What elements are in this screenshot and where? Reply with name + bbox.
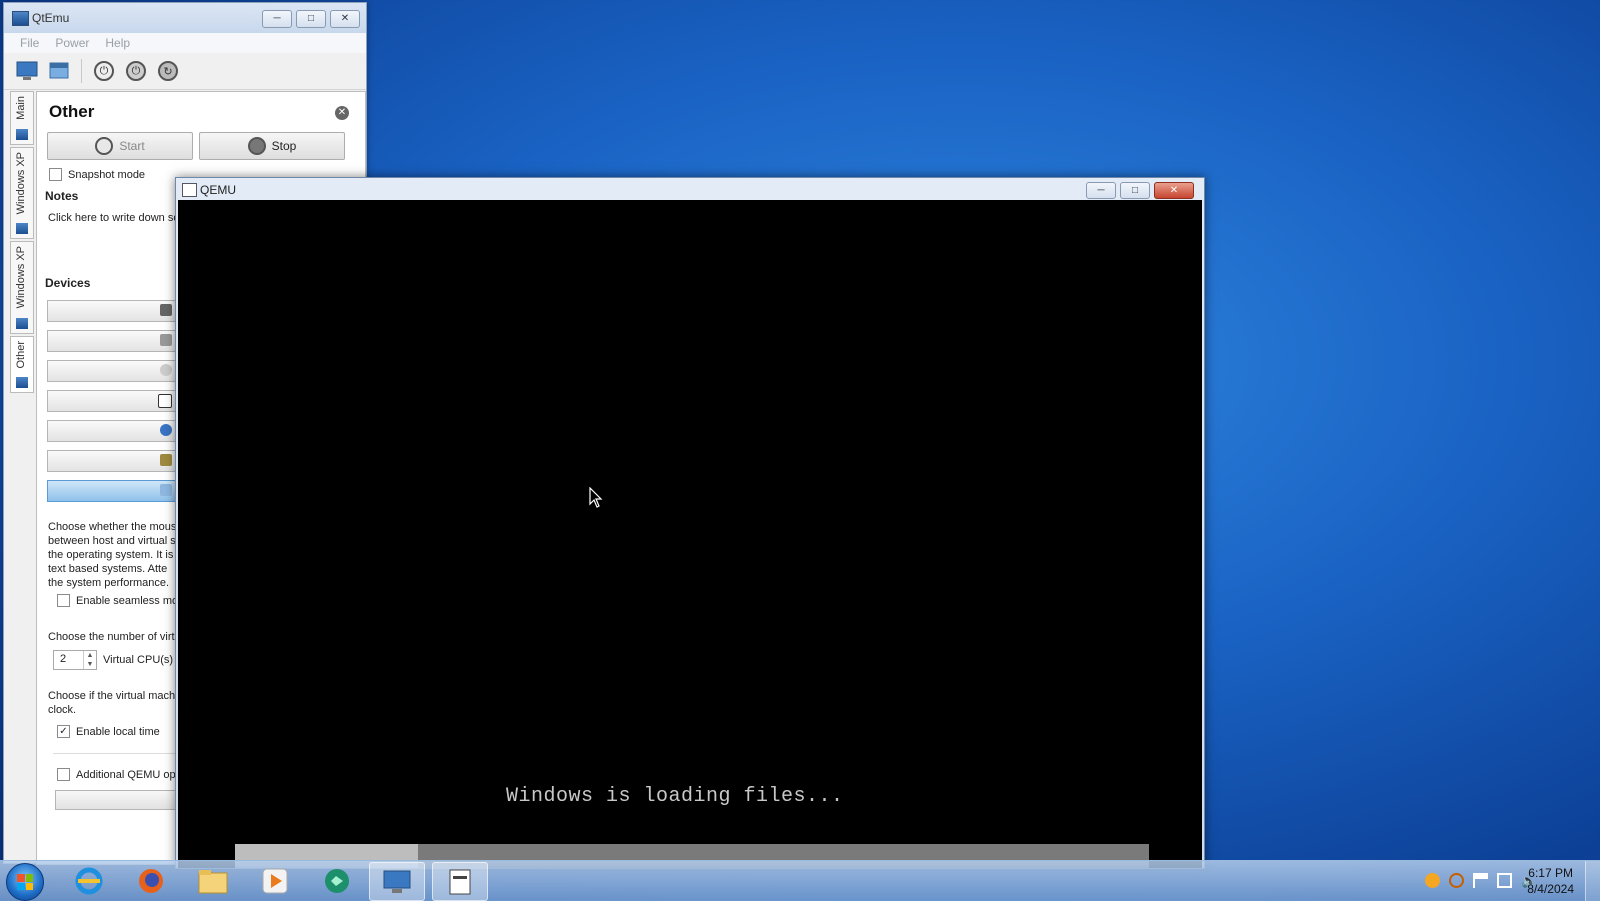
taskbar-chat-app[interactable] bbox=[310, 862, 364, 899]
new-machine-icon[interactable] bbox=[14, 59, 40, 83]
tab-main[interactable]: Main bbox=[10, 91, 34, 145]
vm-display[interactable]: Windows is loading files... bbox=[178, 200, 1202, 868]
close-tab-icon[interactable]: ✕ bbox=[335, 106, 349, 120]
notes-heading: Notes bbox=[45, 189, 79, 203]
sound-icon bbox=[160, 454, 172, 466]
power-icon bbox=[247, 137, 266, 155]
mouse-description: Choose whether the mous between host and… bbox=[48, 521, 177, 589]
menu-help[interactable]: Help bbox=[97, 36, 138, 50]
close-button[interactable]: ✕ bbox=[330, 10, 360, 28]
stop-button[interactable]: Stop bbox=[199, 132, 345, 160]
file-explorer-icon bbox=[198, 869, 228, 893]
clock-description: Choose if the virtual mach clock. bbox=[48, 690, 176, 716]
start-button[interactable] bbox=[6, 863, 44, 901]
taskbar-firefox[interactable] bbox=[124, 862, 178, 899]
taskbar: 🔈 6:17 PM 8/4/2024 bbox=[0, 860, 1600, 901]
tray-search-icon[interactable] bbox=[1449, 873, 1464, 888]
local-time-checkbox[interactable]: ✓ Enable local time bbox=[57, 725, 160, 738]
machine-icon bbox=[16, 128, 28, 140]
taskbar-qemu-window[interactable] bbox=[432, 862, 488, 901]
additional-options-checkbox[interactable]: Additional QEMU optio bbox=[57, 768, 187, 781]
clock-time: 6:17 PM bbox=[1528, 866, 1573, 880]
qemu-window: QEMU ─ □ ✕ Windows is loading files... bbox=[175, 177, 1205, 869]
start-button[interactable]: Start bbox=[47, 132, 193, 160]
panel-title: Other bbox=[49, 102, 95, 121]
internet-explorer-icon bbox=[75, 867, 103, 894]
cpu-description: Choose the number of virt bbox=[48, 631, 175, 643]
qtemu-titlebar[interactable]: QtEmu ─ □ ✕ bbox=[4, 3, 366, 33]
tab-windows-xp-1[interactable]: Windows XP bbox=[10, 146, 34, 240]
power-on-icon[interactable]: ⏻ bbox=[91, 59, 117, 83]
media-player-icon bbox=[262, 868, 288, 893]
machine-icon bbox=[16, 223, 28, 235]
system-tray: 🔈 bbox=[1425, 873, 1537, 888]
checkbox[interactable] bbox=[49, 168, 62, 181]
maximize-button[interactable]: □ bbox=[296, 10, 326, 28]
qemu-app-icon bbox=[182, 183, 197, 197]
taskbar-internet-explorer[interactable] bbox=[62, 862, 116, 899]
tab-other[interactable]: Other bbox=[10, 335, 34, 394]
machine-icon bbox=[16, 317, 28, 329]
hard-disk-icon bbox=[160, 334, 172, 346]
seamless-mouse-checkbox[interactable]: Enable seamless mous bbox=[57, 594, 190, 607]
qemu-window-icon bbox=[449, 869, 471, 894]
power-icon bbox=[95, 137, 114, 155]
maximize-button[interactable]: □ bbox=[1120, 182, 1150, 199]
cpu-count-spinbox[interactable]: 2 ▲ ▼ bbox=[53, 650, 97, 670]
menu-power[interactable]: Power bbox=[47, 36, 97, 50]
machine-icon bbox=[16, 377, 28, 389]
close-button[interactable]: ✕ bbox=[1154, 182, 1194, 199]
show-desktop-button[interactable] bbox=[1585, 861, 1600, 901]
notes-field[interactable]: Click here to write down so bbox=[48, 211, 179, 225]
boot-loading-text: Windows is loading files... bbox=[506, 785, 844, 808]
clock-date: 8/4/2024 bbox=[1527, 882, 1574, 896]
minimize-button[interactable]: ─ bbox=[1086, 182, 1116, 199]
chat-app-icon bbox=[325, 868, 349, 893]
mouse-pointer-icon bbox=[589, 486, 603, 512]
taskbar-qtemu[interactable] bbox=[369, 862, 425, 901]
tray-orange-icon[interactable] bbox=[1425, 873, 1440, 888]
qemu-window-title: QEMU bbox=[200, 183, 236, 197]
system-clock[interactable]: 6:17 PM 8/4/2024 bbox=[1527, 865, 1574, 897]
snapshot-mode-checkbox[interactable]: Snapshot mode bbox=[49, 168, 145, 181]
checkbox[interactable] bbox=[57, 594, 70, 607]
taskbar-file-explorer[interactable] bbox=[186, 862, 240, 899]
tab-windows-xp-2[interactable]: Windows XP bbox=[10, 241, 34, 334]
toolbar: ⏻ ⏻ ↻ bbox=[4, 53, 366, 90]
menubar: File Power Help bbox=[4, 33, 366, 53]
open-machine-icon[interactable] bbox=[46, 59, 72, 83]
power-off-icon[interactable]: ⏻ bbox=[123, 59, 149, 83]
network-icon[interactable] bbox=[1497, 873, 1512, 888]
qtemu-icon bbox=[383, 870, 411, 893]
minimize-button[interactable]: ─ bbox=[262, 10, 292, 28]
memory-icon bbox=[160, 304, 172, 316]
cdrom-icon bbox=[160, 364, 172, 376]
machine-tabs: Main Windows XP Windows XP Other bbox=[10, 91, 34, 395]
firefox-icon bbox=[139, 868, 163, 893]
windows-logo-icon bbox=[17, 874, 33, 890]
taskbar-media-player[interactable] bbox=[248, 862, 302, 899]
cpu-label: Virtual CPU(s) bbox=[103, 654, 174, 666]
checkbox[interactable] bbox=[57, 768, 70, 781]
reset-icon[interactable]: ↻ bbox=[155, 59, 181, 83]
toolbar-separator bbox=[81, 59, 82, 83]
action-center-flag-icon[interactable] bbox=[1473, 873, 1488, 888]
qtemu-window-title: QtEmu bbox=[32, 11, 70, 25]
qtemu-app-icon bbox=[12, 11, 29, 26]
floppy-icon bbox=[158, 394, 172, 408]
other-device-icon bbox=[160, 484, 172, 496]
network-icon bbox=[160, 424, 172, 436]
devices-heading: Devices bbox=[45, 276, 91, 290]
spinbox-arrows-icon[interactable]: ▲ ▼ bbox=[83, 651, 96, 669]
menu-file[interactable]: File bbox=[12, 36, 47, 50]
checkbox-checked[interactable]: ✓ bbox=[57, 725, 70, 738]
